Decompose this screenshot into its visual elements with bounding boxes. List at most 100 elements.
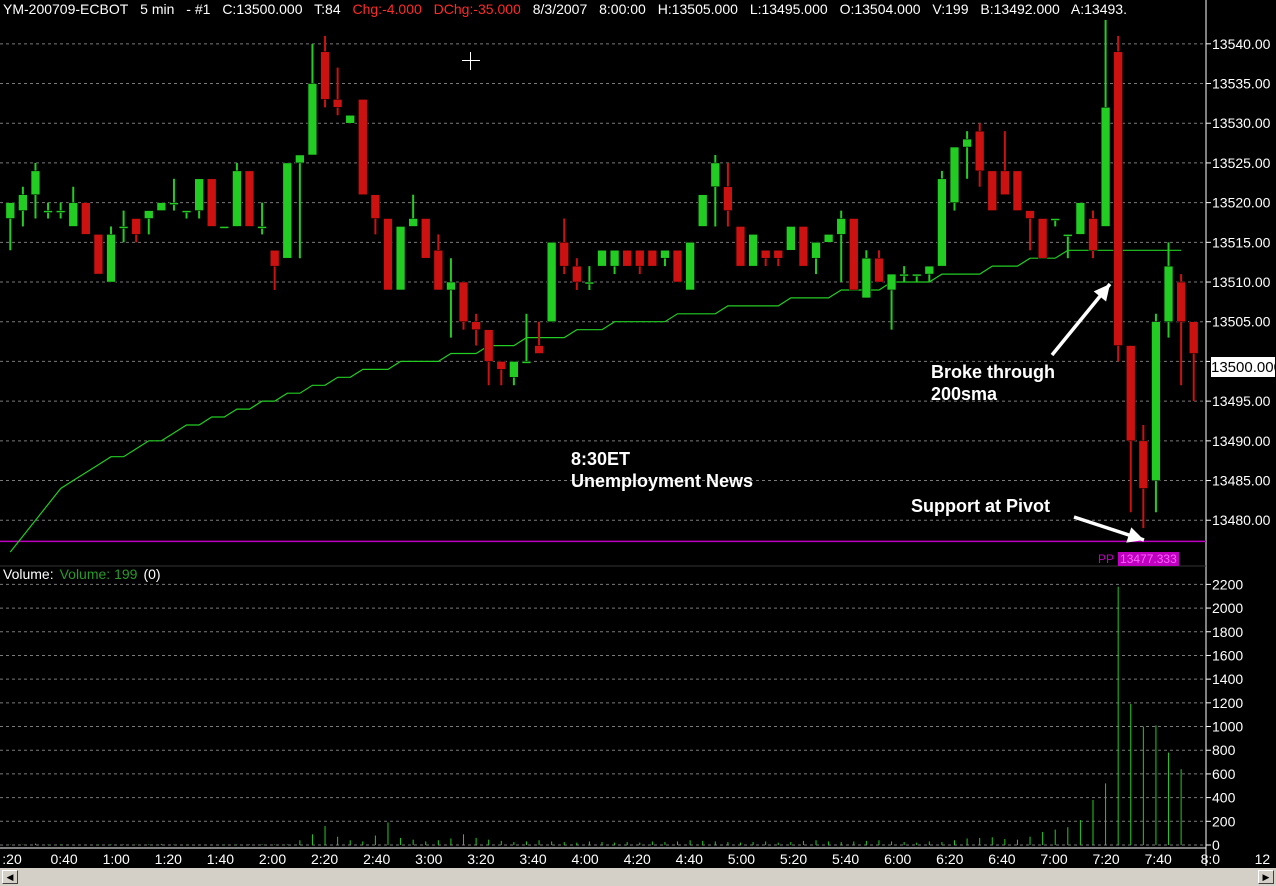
ticks-value: T:84 <box>314 1 341 17</box>
candle-body <box>1126 345 1136 442</box>
candle-body <box>546 242 557 322</box>
candle-body <box>282 162 292 259</box>
candle-body <box>1012 170 1023 211</box>
candle-body <box>156 202 167 211</box>
news-annotation: 8:30ET Unemployment News <box>571 448 753 492</box>
ask-value: A:13493. <box>1070 1 1127 17</box>
candle-body <box>1075 202 1086 235</box>
pivot-arrow-head <box>1126 527 1144 543</box>
candle-body <box>723 186 733 211</box>
price-tick-label: 13535.00 <box>1212 76 1271 92</box>
time-tick-label: 4:20 <box>624 851 651 867</box>
candle-body <box>836 218 846 235</box>
crosshair-cursor-icon <box>462 52 480 70</box>
candle-body <box>987 170 997 211</box>
candle-body <box>710 162 720 187</box>
candle-body <box>30 170 41 195</box>
candle-body <box>1050 218 1060 221</box>
time-value: 8:00:00 <box>599 1 646 17</box>
scroll-left-icon[interactable]: ◀ <box>2 870 18 884</box>
high-value: H:13505.000 <box>657 1 738 17</box>
candle-body <box>1113 51 1123 346</box>
price-tick-label: 13495.00 <box>1212 393 1271 409</box>
candle-body <box>534 345 544 354</box>
chart-id-label: - #1 <box>186 1 211 17</box>
time-tick-label: 8:0 <box>1201 851 1221 867</box>
candle-body <box>748 234 758 267</box>
scroll-right-icon[interactable]: ▶ <box>1258 870 1274 884</box>
pivot-label-text: PP <box>1098 552 1115 566</box>
candle-body <box>270 250 280 267</box>
volume-tick-label: 1400 <box>1212 671 1243 687</box>
candle-body <box>395 226 406 291</box>
volume-legend-value: (0) <box>143 566 161 582</box>
volume-legend-series: Volume: 199 <box>59 566 138 582</box>
time-tick-label: 6:20 <box>936 851 963 867</box>
pivot-label: PP 13477.333 <box>1098 552 1179 566</box>
price-tick-label: 13525.00 <box>1212 155 1271 171</box>
candle-body <box>559 242 569 267</box>
candle-body <box>81 202 91 235</box>
candle-body <box>68 202 78 227</box>
candle-body <box>370 194 381 219</box>
news-annotation-line1: 8:30ET <box>571 449 631 469</box>
candle-body <box>1063 234 1073 237</box>
news-annotation-line2: Unemployment News <box>571 471 754 491</box>
time-tick-label: 3:00 <box>415 851 442 867</box>
candle-body <box>194 178 204 211</box>
candle-body <box>685 242 695 291</box>
candle-body <box>823 234 834 243</box>
candle-body <box>232 170 242 227</box>
candle-body <box>307 83 318 156</box>
candle-body <box>949 146 960 203</box>
time-tick-label: 7:40 <box>1145 851 1172 867</box>
volume-tick-label: 800 <box>1212 742 1236 758</box>
candle-body <box>672 250 683 283</box>
candle-body <box>345 115 355 124</box>
candle-body <box>446 281 456 291</box>
candle-body <box>761 250 771 259</box>
candle-body <box>962 138 972 148</box>
candle-body <box>886 273 897 291</box>
price-tick-label: 13490.00 <box>1212 433 1271 449</box>
candle-body <box>1176 281 1186 322</box>
candle-body <box>609 250 620 267</box>
time-tick-label: 3:20 <box>467 851 494 867</box>
candle-body <box>1189 321 1199 354</box>
candle-body <box>1163 265 1174 322</box>
candle-body <box>509 361 519 378</box>
candle-body <box>647 250 658 267</box>
time-tick-label: 5:00 <box>728 851 755 867</box>
candle-body <box>332 99 343 108</box>
horizontal-scrollbar[interactable]: ◀ ▶ <box>0 868 1276 886</box>
time-tick-label: 7:20 <box>1092 851 1119 867</box>
time-tick-label: 1:00 <box>103 851 130 867</box>
sma-annotation: Broke through 200sma <box>931 361 1055 405</box>
candle-body <box>660 250 670 259</box>
candle-body <box>207 178 217 227</box>
candle-body <box>43 210 53 213</box>
candle-body <box>597 250 607 267</box>
volume-tick-label: 1000 <box>1212 719 1243 735</box>
current-price-label: 13500.000 <box>1210 356 1276 378</box>
candle-body <box>572 265 582 283</box>
volume-tick-label: 200 <box>1212 813 1236 829</box>
volume-legend-label: Volume: <box>3 566 54 582</box>
candle-body <box>975 130 985 172</box>
time-tick-label: 1:40 <box>207 851 234 867</box>
time-tick-label: 0:40 <box>50 851 77 867</box>
candle-body <box>798 226 809 267</box>
candle-body <box>1100 107 1111 227</box>
price-tick-label: 13520.00 <box>1212 195 1271 211</box>
candle-body <box>937 178 947 267</box>
candle-body <box>93 234 104 275</box>
candle-body <box>874 257 884 283</box>
candle-body <box>320 51 330 100</box>
volume-tick-label: 1200 <box>1212 695 1243 711</box>
price-tick-label: 13480.00 <box>1212 512 1271 528</box>
time-tick-label: 2:00 <box>259 851 286 867</box>
candle-body <box>131 218 141 235</box>
change-value: Chg:-4.000 <box>352 1 422 17</box>
time-tick-label: 6:40 <box>988 851 1015 867</box>
candle-body <box>521 361 532 364</box>
